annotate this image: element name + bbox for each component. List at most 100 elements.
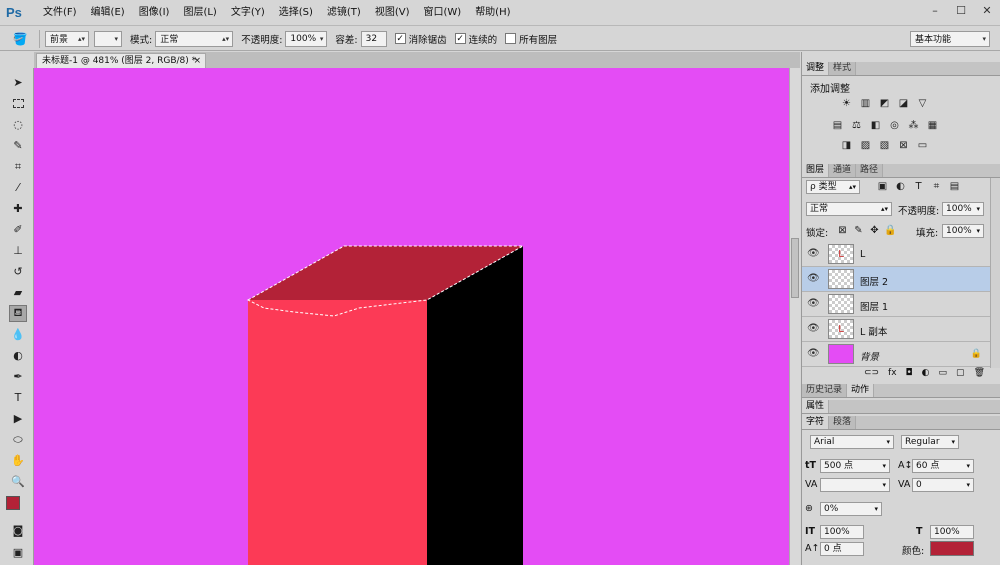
- layers-scrollbar[interactable]: [990, 178, 1000, 368]
- color-balance-icon[interactable]: ⚖: [850, 120, 863, 131]
- document-tab[interactable]: 未标题-1 @ 481% (图层 2, RGB/8) * ×: [36, 53, 206, 68]
- new-group-icon[interactable]: ▭: [939, 368, 948, 380]
- tab-paths[interactable]: 路径: [856, 164, 884, 177]
- blend-mode-select[interactable]: 正常 ▴▾: [806, 202, 892, 216]
- menu-layer[interactable]: 图层(L): [176, 0, 223, 26]
- hue-saturation-icon[interactable]: ▤: [831, 120, 844, 131]
- fill-source-select[interactable]: 前景 ▴▾: [45, 30, 89, 47]
- blur-tool-icon[interactable]: 💧: [9, 326, 27, 343]
- quick-mask-icon[interactable]: ◙: [9, 522, 27, 539]
- kerning-input[interactable]: ▾: [820, 478, 890, 492]
- lock-all-icon[interactable]: 🔒: [884, 225, 897, 236]
- tab-properties[interactable]: 属性: [802, 400, 830, 413]
- eyedropper-tool-icon[interactable]: ⁄: [9, 179, 27, 196]
- new-layer-icon[interactable]: ▢: [956, 368, 965, 380]
- marquee-tool-icon[interactable]: [9, 95, 27, 112]
- curves-icon[interactable]: ◩: [878, 98, 891, 109]
- eye-icon[interactable]: 👁: [807, 248, 820, 259]
- eye-icon[interactable]: 👁: [807, 323, 820, 334]
- new-adjustment-icon[interactable]: ◐: [922, 368, 930, 380]
- tab-paragraph[interactable]: 段落: [829, 416, 857, 429]
- tab-adjustments[interactable]: 调整: [802, 62, 830, 75]
- layer-style-icon[interactable]: fx: [888, 368, 897, 380]
- exposure-icon[interactable]: ◪: [897, 98, 910, 109]
- scale-ratio-input[interactable]: 0% ▾: [820, 502, 882, 516]
- vibrance-icon[interactable]: ▽: [916, 98, 929, 109]
- menu-file[interactable]: 文件(F): [36, 0, 84, 26]
- vertical-scale-input[interactable]: 100%: [820, 525, 864, 539]
- paint-bucket-tool-icon[interactable]: ⛾: [9, 305, 27, 322]
- text-color-swatch[interactable]: [930, 541, 974, 556]
- lasso-tool-icon[interactable]: ◌: [9, 116, 27, 133]
- brush-tool-icon[interactable]: ✐: [9, 221, 27, 238]
- lock-position-icon[interactable]: ✥: [868, 225, 881, 236]
- history-brush-tool-icon[interactable]: ↺: [9, 263, 27, 280]
- document-canvas[interactable]: [34, 68, 789, 565]
- leading-input[interactable]: 60 点 ▾: [912, 459, 974, 473]
- all-layers-checkbox[interactable]: [505, 33, 517, 44]
- move-tool-icon[interactable]: ➤: [9, 74, 27, 91]
- menu-view[interactable]: 视图(V): [368, 0, 417, 26]
- healing-brush-tool-icon[interactable]: ✚: [9, 200, 27, 217]
- antialias-checkbox[interactable]: ✓: [394, 33, 406, 44]
- menu-help[interactable]: 帮助(H): [468, 0, 517, 26]
- paint-bucket-preset-icon[interactable]: 🪣: [6, 29, 34, 49]
- filter-shape-icon[interactable]: ⌗: [930, 181, 943, 192]
- brightness-icon[interactable]: ☀: [840, 98, 853, 109]
- layer-row[interactable]: 👁 背景 🔒: [802, 342, 990, 367]
- threshold-icon[interactable]: ▧: [878, 140, 891, 151]
- tolerance-input[interactable]: 32: [360, 30, 387, 47]
- tab-channels[interactable]: 通道: [829, 164, 857, 177]
- layer-opacity-input[interactable]: 100% ▾: [942, 202, 984, 216]
- photo-filter-icon[interactable]: ◎: [888, 120, 901, 131]
- tab-layers[interactable]: 图层: [802, 164, 830, 177]
- eraser-tool-icon[interactable]: ▰: [9, 284, 27, 301]
- tab-styles[interactable]: 样式: [829, 62, 857, 75]
- tab-character[interactable]: 字符: [802, 416, 830, 429]
- filter-smart-object-icon[interactable]: ▤: [948, 181, 961, 192]
- add-mask-icon[interactable]: ◘: [906, 368, 913, 380]
- zoom-tool-icon[interactable]: 🔍: [9, 473, 27, 490]
- lock-transparent-icon[interactable]: ⊠: [836, 225, 849, 236]
- menu-select[interactable]: 选择(S): [272, 0, 320, 26]
- minimize-button[interactable]: –: [922, 0, 948, 20]
- color-lookup-icon[interactable]: ▦: [926, 120, 939, 131]
- menu-edit[interactable]: 编辑(E): [84, 0, 132, 26]
- layer-row[interactable]: 👁 图层 1: [802, 292, 990, 317]
- crop-tool-icon[interactable]: ⌗: [9, 158, 27, 175]
- vertical-scrollbar[interactable]: [789, 68, 800, 565]
- eye-icon[interactable]: 👁: [807, 273, 820, 284]
- font-size-input[interactable]: 500 点 ▾: [820, 459, 890, 473]
- black-white-icon[interactable]: ◧: [869, 120, 882, 131]
- eye-icon[interactable]: 👁: [807, 348, 820, 359]
- type-tool-icon[interactable]: T: [9, 389, 27, 406]
- lock-pixels-icon[interactable]: ✎: [852, 225, 865, 236]
- selective-color-icon[interactable]: ⊠: [897, 140, 910, 151]
- levels-icon[interactable]: ▥: [859, 98, 872, 109]
- path-selection-tool-icon[interactable]: ▶: [9, 410, 27, 427]
- opacity-input[interactable]: 100% ▾: [285, 30, 328, 47]
- scrollbar-thumb[interactable]: [791, 238, 799, 298]
- font-family-select[interactable]: Arial ▾: [810, 435, 894, 449]
- filter-adjustment-icon[interactable]: ◐: [894, 181, 907, 192]
- pattern-picker[interactable]: ▾: [94, 30, 122, 47]
- filter-type-icon[interactable]: T: [912, 181, 925, 192]
- hand-tool-icon[interactable]: ✋: [9, 452, 27, 469]
- tab-actions[interactable]: 动作: [847, 384, 875, 397]
- channel-mixer-icon[interactable]: ⁂: [907, 120, 920, 131]
- dodge-tool-icon[interactable]: ◐: [9, 347, 27, 364]
- pen-tool-icon[interactable]: ✒: [9, 368, 27, 385]
- menu-type[interactable]: 文字(Y): [224, 0, 272, 26]
- close-button[interactable]: ✕: [974, 0, 1000, 20]
- mode-select[interactable]: 正常 ▴▾: [155, 30, 234, 47]
- layer-filter-select[interactable]: ρ 类型 ▴▾: [806, 180, 860, 194]
- close-icon[interactable]: ×: [193, 54, 201, 68]
- layer-row[interactable]: 👁 L L 副本: [802, 317, 990, 342]
- layer-row[interactable]: 👁 L L: [802, 242, 990, 267]
- screen-mode-icon[interactable]: ▣: [9, 544, 27, 561]
- layer-row[interactable]: 👁 图层 2: [802, 267, 990, 292]
- tab-history[interactable]: 历史记录: [802, 384, 848, 397]
- menu-image[interactable]: 图像(I): [132, 0, 177, 26]
- eye-icon[interactable]: 👁: [807, 298, 820, 309]
- fill-input[interactable]: 100% ▾: [942, 224, 984, 238]
